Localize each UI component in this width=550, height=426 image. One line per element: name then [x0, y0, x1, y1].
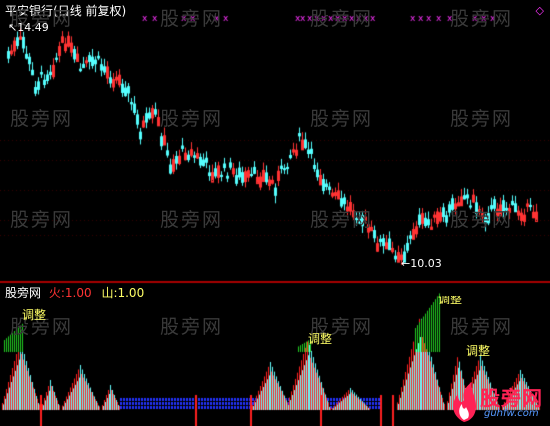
watermark: 股旁网 [160, 108, 224, 130]
watermark: 股旁网 [310, 108, 374, 130]
watermark: 股旁网 [450, 8, 514, 30]
watermark: 股旁网 [450, 108, 514, 130]
watermark: 股旁网 [310, 209, 374, 231]
logo-url: guhfw.com [484, 408, 539, 419]
diamond-marker-icon[interactable]: ◇ [536, 4, 544, 17]
param2-value: 1.00 [117, 286, 145, 300]
adjust-note: 调整 [22, 308, 47, 322]
watermark: 股旁网 [450, 209, 514, 231]
indicator-name: 股旁网 [5, 286, 42, 300]
param1-value: 1.00 [64, 286, 92, 300]
adjust-note: 调整 [438, 296, 463, 304]
watermark: 股旁网 [10, 209, 74, 231]
watermark: 股旁网 [160, 8, 224, 30]
param1-label: 火: [48, 286, 65, 300]
price-low-value: 10.03 [410, 257, 442, 270]
logo-text: 股旁网 [480, 386, 543, 410]
watermark: 股旁网 [450, 316, 514, 338]
flame-logo-icon [453, 382, 476, 422]
watermark: 股旁网 [310, 8, 374, 30]
adjust-note: 调整 [308, 332, 333, 346]
indicator-header: 股旁网 火:1.00 山:1.00 [5, 284, 144, 301]
param2-label: 山: [101, 286, 118, 300]
watermark: 股旁网 [10, 108, 74, 130]
watermark: 股旁网 [160, 316, 224, 338]
adjust-note: 调整 [466, 344, 491, 358]
watermark: 股旁网 [160, 209, 224, 231]
price-low-label: ←10.03 [401, 257, 442, 270]
site-logo: 股旁网 guhfw.com [446, 380, 546, 424]
price-high-value: 14.49 [17, 21, 49, 34]
price-high-label: ↖14.49 [8, 21, 49, 34]
